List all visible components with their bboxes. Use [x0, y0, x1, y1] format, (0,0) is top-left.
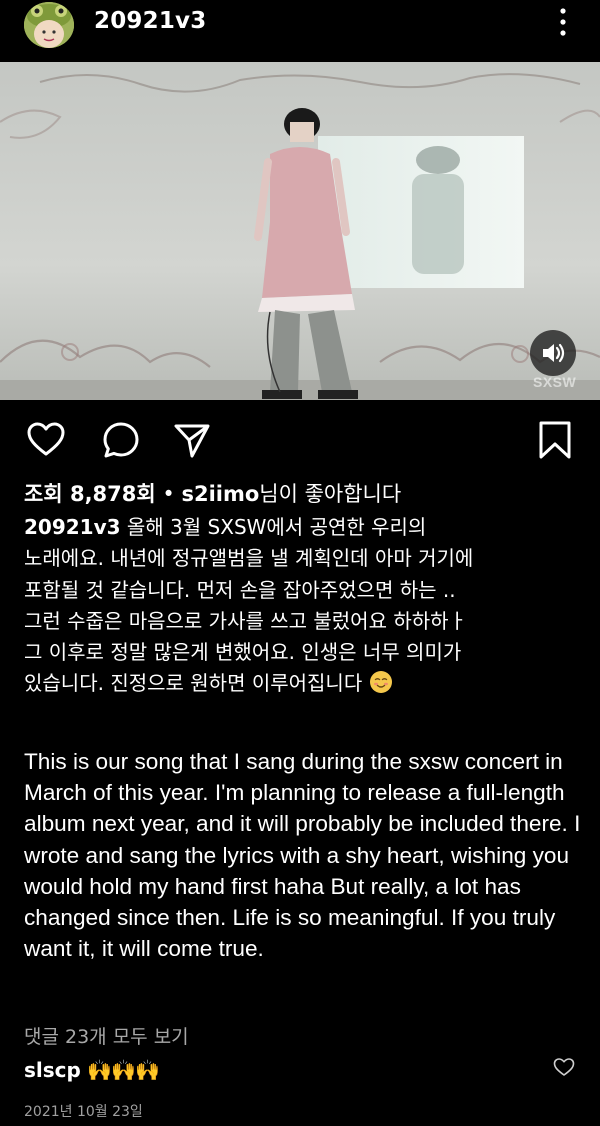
avatar[interactable]: [24, 2, 74, 48]
more-vertical-icon[interactable]: [553, 4, 573, 40]
liked-by-user[interactable]: s2iimo: [181, 482, 259, 506]
send-icon[interactable]: [172, 420, 212, 460]
likes-separator: •: [155, 482, 182, 506]
likes-summary[interactable]: 조회 8,878회 • s2iimo님이 좋아합니다: [24, 478, 401, 508]
post-caption-english: This is our song that I sang during the …: [24, 749, 581, 962]
liked-by-suffix: 님이 좋아합니다: [259, 482, 402, 506]
caption-text-korean: 올해 3월 SXSW에서 공연한 우리의 노래에요. 내년에 정규앨범을 낼 계…: [24, 515, 474, 696]
heart-icon[interactable]: [26, 420, 66, 460]
top-comment: slscp 🙌🙌🙌: [24, 1058, 160, 1082]
caption-username[interactable]: 20921v3: [24, 515, 121, 539]
smiling-face-emoji: [369, 671, 392, 694]
post-username[interactable]: 20921v3: [94, 8, 206, 34]
action-bar: [0, 400, 600, 478]
heart-outline-icon[interactable]: [553, 1057, 575, 1077]
post-video[interactable]: SXSW: [0, 62, 600, 400]
speaker-icon: [543, 343, 565, 363]
sound-toggle-button[interactable]: [530, 330, 576, 376]
post-caption-korean: 20921v3 올해 3월 SXSW에서 공연한 우리의 노래에요. 내년에 정…: [24, 512, 584, 700]
comment-text: 🙌🙌🙌: [87, 1058, 160, 1082]
avatar-image: [24, 2, 74, 48]
view-count: 조회 8,878회: [24, 482, 156, 506]
post-header: 20921v3: [0, 0, 600, 62]
bookmark-icon[interactable]: [535, 420, 575, 460]
post-date: 2021년 10월 23일: [24, 1104, 143, 1120]
video-frame: [0, 62, 600, 400]
video-watermark: SXSW: [533, 374, 577, 390]
view-all-comments-link[interactable]: 댓글 23개 모두 보기: [24, 1022, 189, 1049]
comment-username[interactable]: slscp: [24, 1058, 81, 1082]
comment-icon[interactable]: [101, 420, 141, 460]
